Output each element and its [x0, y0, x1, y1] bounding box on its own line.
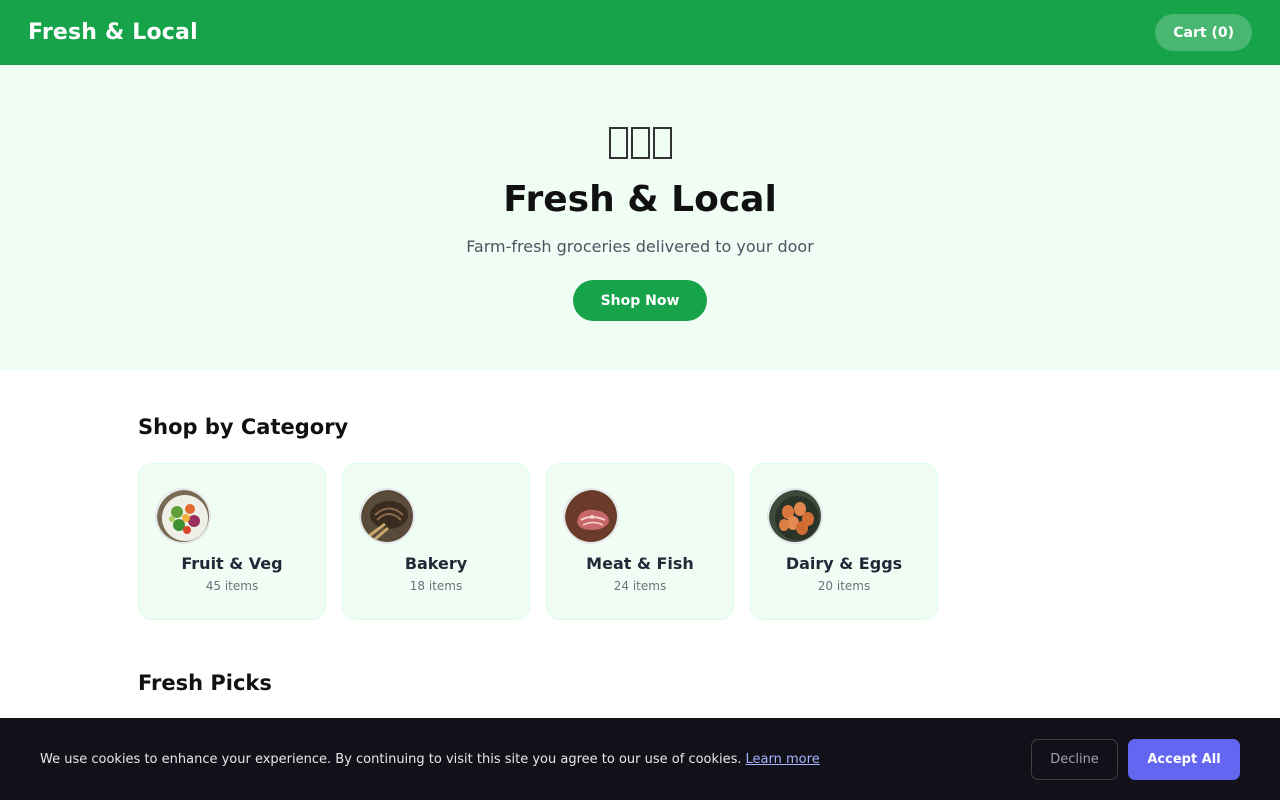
shop-now-button[interactable]: Shop Now [573, 280, 707, 321]
hero-title: Fresh & Local [503, 179, 777, 220]
bread-loaf-image [359, 488, 415, 544]
category-section: Shop by Category Fruit & Veg 45 items Ba… [0, 414, 1280, 696]
learn-more-link[interactable]: Learn more [746, 752, 820, 767]
category-card-dairy-eggs[interactable]: Dairy & Eggs 20 items [750, 463, 938, 620]
category-name: Fruit & Veg [181, 554, 283, 573]
cookie-actions: Decline Accept All [1031, 738, 1240, 780]
category-heading: Shop by Category [138, 415, 349, 439]
cookie-message: We use cookies to enhance your experienc… [40, 751, 742, 767]
category-name: Bakery [404, 554, 468, 573]
hero-banner: Fresh & Local Farm-fresh groceries deliv… [0, 65, 1280, 370]
salad-bowl-image [155, 488, 211, 544]
leafy-greens-icon [608, 127, 628, 159]
hero-subtitle: Farm-fresh groceries delivered to your d… [466, 237, 814, 256]
brand-logo-text[interactable]: Fresh & Local [28, 20, 198, 45]
fresh-picks-heading: Fresh Picks [138, 671, 272, 695]
category-card-fruit-veg[interactable]: Fruit & Veg 45 items [138, 463, 326, 620]
cookie-consent-banner: We use cookies to enhance your experienc… [0, 718, 1280, 800]
category-name: Dairy & Eggs [785, 554, 903, 573]
hero-produce-icons [608, 123, 672, 163]
carrot-icon [652, 127, 672, 159]
decline-cookies-button[interactable]: Decline [1031, 738, 1118, 780]
category-card-meat-fish[interactable]: Meat & Fish 24 items [546, 463, 734, 620]
accept-all-cookies-button[interactable]: Accept All [1128, 738, 1240, 780]
category-count: 45 items [205, 579, 259, 593]
category-count: 24 items [613, 579, 667, 593]
category-grid: Fruit & Veg 45 items Bakery 18 items Mea… [138, 463, 1280, 620]
category-card-bakery[interactable]: Bakery 18 items [342, 463, 530, 620]
cookie-message-wrapper: We use cookies to enhance your experienc… [40, 752, 820, 767]
raw-steak-image [563, 488, 619, 544]
category-count: 18 items [409, 579, 463, 593]
category-count: 20 items [817, 579, 871, 593]
category-name: Meat & Fish [586, 554, 694, 573]
cart-button[interactable]: Cart (0) [1155, 14, 1252, 51]
apple-icon [630, 127, 650, 159]
egg-bowl-image [767, 488, 823, 544]
top-nav-bar: Fresh & Local Cart (0) [0, 0, 1280, 65]
